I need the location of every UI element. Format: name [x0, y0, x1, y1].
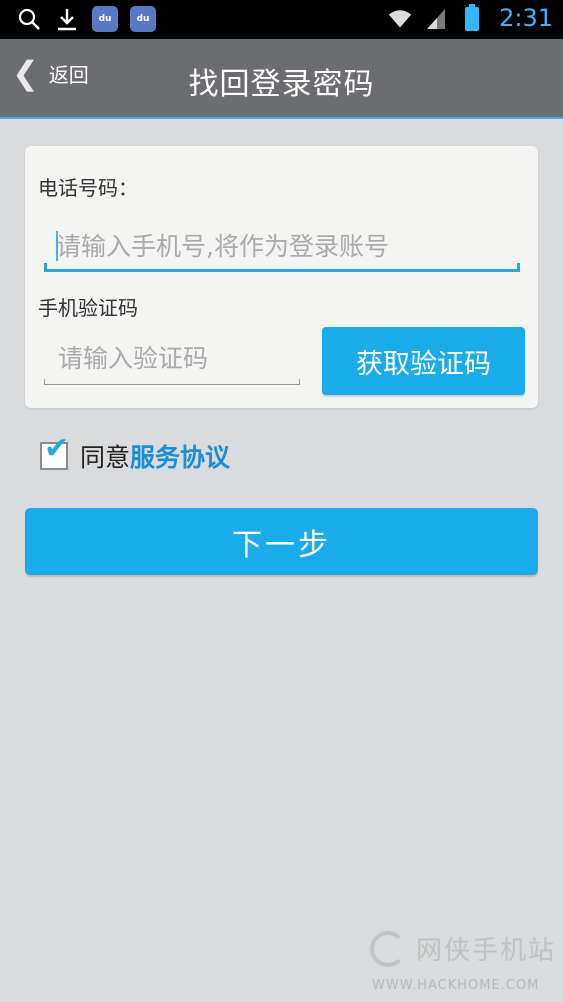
- agree-text: 同意: [80, 443, 131, 472]
- clock: 2:31: [499, 4, 553, 32]
- status-bar: du du 2:31: [0, 0, 563, 39]
- code-input-underline: [44, 379, 300, 385]
- baidu-badge-text: du: [136, 14, 150, 24]
- baidu-badge-text: du: [98, 14, 112, 24]
- watermark: 网侠手机站: [370, 930, 556, 967]
- checkmark-icon: ✔: [44, 431, 70, 466]
- code-field-wrapper: [44, 336, 300, 380]
- verification-code-input[interactable]: [44, 336, 300, 380]
- battery-icon: [459, 4, 485, 31]
- download-icon: [54, 6, 80, 32]
- baidu-icon: du: [130, 6, 156, 32]
- form-card: 电话号码： 手机验证码 获取验证码: [25, 146, 538, 408]
- baidu-icon: du: [92, 6, 118, 32]
- watermark-url: WWW.HACKHOME.COM: [372, 978, 540, 993]
- phone-input-underline: [44, 263, 520, 272]
- watermark-logo-icon: [370, 930, 406, 967]
- title-bar: ❮ 返回 找回登录密码: [0, 39, 563, 119]
- code-label: 手机验证码: [38, 296, 138, 320]
- get-code-button[interactable]: 获取验证码: [322, 327, 525, 395]
- page-title: 找回登录密码: [188, 67, 375, 102]
- search-icon: [16, 6, 42, 32]
- phone-label: 电话号码：: [38, 176, 138, 200]
- watermark-name: 网侠手机站: [416, 936, 557, 966]
- text-cursor: [56, 231, 58, 261]
- next-button[interactable]: 下一步: [25, 508, 538, 575]
- phone-field-wrapper: [44, 221, 520, 271]
- signal-icon: [423, 5, 449, 31]
- agree-checkbox[interactable]: ✔: [40, 434, 69, 470]
- wifi-icon: [387, 5, 413, 31]
- agreement-row: ✔ 同意 服务协议: [40, 434, 230, 474]
- service-agreement-link[interactable]: 服务协议: [130, 438, 230, 474]
- phone-input[interactable]: [44, 221, 520, 271]
